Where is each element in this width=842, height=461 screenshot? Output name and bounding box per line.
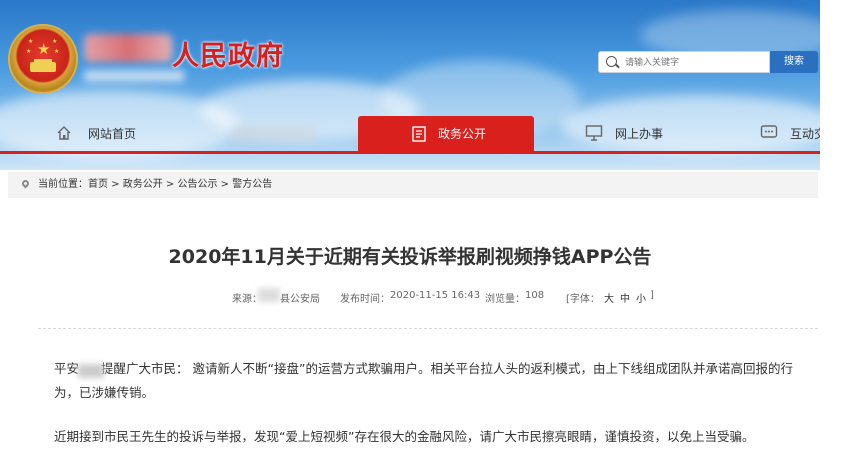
source-blurred bbox=[258, 288, 280, 302]
nav-item-home[interactable]: 网站首页 bbox=[56, 116, 166, 152]
nav-item-government-affairs[interactable]: 政务公开 bbox=[358, 116, 534, 152]
search-box[interactable] bbox=[598, 51, 770, 73]
font-size-small[interactable]: 小 bbox=[636, 290, 646, 305]
nav-item-interaction[interactable]: 互动交 bbox=[760, 116, 820, 152]
site-subtitle-blurred bbox=[84, 70, 184, 82]
font-size-label: [字体： bbox=[566, 294, 600, 305]
breadcrumb: 当前位置：首页 > 政务公开 > 公告公示 > 警方公告 bbox=[8, 172, 818, 198]
national-emblem-icon: ★ ★ ★ ★ ★ bbox=[10, 26, 76, 92]
site-name-blurred bbox=[84, 34, 172, 62]
nav-label-online-services: 网上办事 bbox=[615, 127, 664, 141]
search-button[interactable]: 搜索 bbox=[770, 51, 818, 73]
font-size-close: ] bbox=[650, 290, 654, 301]
location-pin-icon bbox=[20, 178, 31, 189]
site-title: 人民政府 bbox=[172, 41, 284, 72]
search-icon bbox=[606, 56, 617, 67]
nav-item-blurred bbox=[232, 126, 316, 142]
document-icon bbox=[412, 126, 426, 142]
article-paragraph-1-cont: 为，已涉嫌传销。 bbox=[54, 385, 155, 400]
publish-time: 2020-11-15 16:43 bbox=[390, 290, 481, 301]
nav-item-online-services[interactable]: 网上办事 bbox=[585, 116, 695, 152]
divider bbox=[38, 328, 818, 329]
page: ★ ★ ★ ★ ★ 人民政府 搜索 网站首页 bbox=[0, 0, 820, 461]
article-title: 2020年11月关于近期有关投诉举报刷视频挣钱APP公告 bbox=[168, 246, 652, 268]
organization-blurred bbox=[78, 364, 104, 378]
breadcrumb-police-notices[interactable]: 警方公告 bbox=[232, 179, 272, 190]
breadcrumb-home[interactable]: 首页 bbox=[88, 179, 108, 190]
font-size-medium[interactable]: 中 bbox=[620, 290, 630, 305]
nav-label-government-affairs: 政务公开 bbox=[438, 127, 487, 141]
chat-icon bbox=[760, 125, 778, 138]
publish-label: 发布时间： bbox=[340, 294, 390, 305]
views-count: 108 bbox=[525, 290, 545, 301]
breadcrumb-notices[interactable]: 公告公示 bbox=[178, 179, 218, 190]
breadcrumb-gov-affairs[interactable]: 政务公开 bbox=[123, 179, 163, 190]
views-label: 浏览量： bbox=[485, 294, 525, 305]
article-paragraph-2: 近期接到市民王先生的投诉与举报，发现“爱上短视频”存在很大的金融风险，请广大市民… bbox=[54, 429, 755, 444]
nav-label-interaction: 互动交 bbox=[790, 127, 820, 141]
breadcrumb-prefix: 当前位置： bbox=[38, 179, 88, 190]
breadcrumb-sep: > bbox=[108, 179, 123, 190]
article-paragraph-1: 平安 提醒广大市民： 邀请新人不断“接盘”的运营方式欺骗用户。相关平台拉人头的返利… bbox=[54, 361, 793, 376]
breadcrumb-sep: > bbox=[162, 179, 178, 190]
nav-label-home: 网站首页 bbox=[88, 127, 137, 141]
search-input[interactable] bbox=[623, 54, 767, 72]
nav-underline bbox=[0, 151, 820, 154]
font-size-large[interactable]: 大 bbox=[604, 290, 614, 305]
home-icon bbox=[57, 126, 71, 140]
monitor-icon bbox=[585, 125, 603, 141]
source-value: 县公安局 bbox=[280, 294, 320, 305]
breadcrumb-sep: > bbox=[217, 179, 233, 190]
